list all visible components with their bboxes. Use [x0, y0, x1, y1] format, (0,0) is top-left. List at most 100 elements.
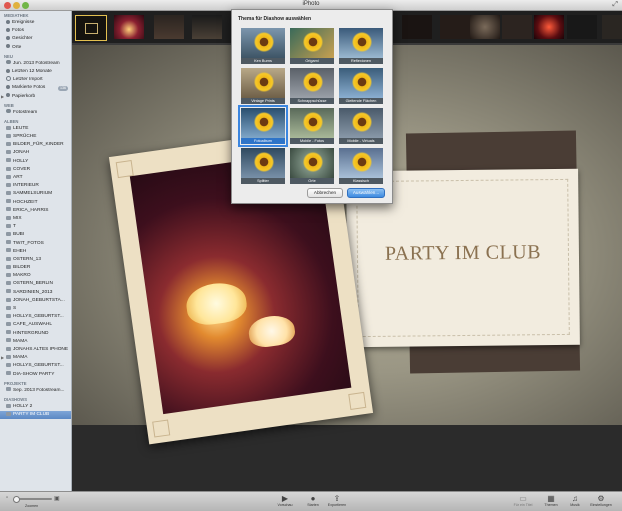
sidebar-item[interactable]: BILDER: [0, 264, 71, 272]
sidebar-item[interactable]: HOLLYS_GEBURTST...: [0, 362, 71, 370]
slide-thumb[interactable]: [192, 15, 222, 39]
sidebar-item[interactable]: S: [0, 305, 71, 313]
sidebar-item[interactable]: LEUTE: [0, 125, 71, 133]
sidebar-item[interactable]: T: [0, 223, 71, 231]
sidebar-item[interactable]: OSTERN_13: [0, 256, 71, 264]
sidebar-item[interactable]: MAMA: [0, 338, 71, 346]
sidebar-item[interactable]: Jun. 2013 Fotostream: [0, 60, 71, 68]
sidebar-item[interactable]: DIA-SHOW PARTY: [0, 371, 71, 379]
dialog-title: Thema für Diashow auswählen: [238, 16, 312, 22]
toolbar-button-label: Themen: [544, 503, 558, 507]
slide-thumb[interactable]: [502, 15, 532, 39]
fullscreen-icon[interactable]: ⤢: [612, 1, 618, 9]
sidebar-item[interactable]: EHEH: [0, 248, 71, 256]
sidebar-item-label: HOLLYS_GEBURTST...: [13, 314, 64, 320]
sidebar-item[interactable]: BUBI: [0, 231, 71, 239]
sidebar-section-title: WEB: [4, 102, 14, 108]
sidebar-item[interactable]: ▶ Papierkorb: [0, 93, 71, 101]
sidebar-item[interactable]: ART: [0, 174, 71, 182]
slide-thumb[interactable]: [154, 15, 184, 39]
theme-option[interactable]: Vintage Prints: [240, 67, 286, 105]
disclosure-triangle-icon[interactable]: ▶: [1, 93, 4, 101]
album-icon: [6, 125, 11, 130]
gear-button[interactable]: ⚙ Einstellungen: [588, 494, 614, 507]
sidebar-section-title: DIASHOWS: [4, 396, 28, 402]
cancel-button[interactable]: Abbrechen: [307, 188, 343, 198]
sidebar-item[interactable]: TWIT_FOTOS: [0, 240, 71, 248]
sidebar-item-label: HOCHZEIT: [13, 199, 38, 205]
zoom-in-icon[interactable]: ▣: [54, 495, 60, 502]
theme-option[interactable]: Schnappschüsse: [289, 67, 335, 105]
sidebar-item[interactable]: OSTERN_BERLIN: [0, 280, 71, 288]
sidebar-item[interactable]: Markierte Fotos 136: [0, 84, 71, 92]
sidebar-item[interactable]: HOLLY: [0, 158, 71, 166]
toolbar-button-label: Exportieren: [327, 503, 347, 507]
sidebar-item[interactable]: Sep. 2013 Fotostream...: [0, 387, 71, 395]
sidebar-item[interactable]: Letzten 12 Monate: [0, 68, 71, 76]
slide-thumb-title[interactable]: [75, 15, 107, 41]
sidebar-item[interactable]: MIX: [0, 215, 71, 223]
sidebar-item-label: MAMA: [13, 355, 28, 361]
themes-button[interactable]: ▦ Themen: [538, 494, 564, 507]
sidebar-item[interactable]: ERICA_HARRIS: [0, 207, 71, 215]
zoom-slider-knob[interactable]: [13, 496, 20, 503]
sidebar-item[interactable]: BILDER_FÜR_KINDER: [0, 141, 71, 149]
sidebar-item[interactable]: HOCHZEIT: [0, 199, 71, 207]
sidebar-item[interactable]: PARTY IM CLUB: [0, 411, 71, 420]
sidebar-item[interactable]: HOLLYS_GEBURTST...: [0, 313, 71, 321]
sidebar-item[interactable]: ▶ MAMA: [0, 354, 71, 362]
sidebar-item[interactable]: COVER: [0, 166, 71, 174]
sidebar-item-label: COVER: [13, 166, 31, 172]
sidebar-item[interactable]: SARDINIEN_2013: [0, 289, 71, 297]
sidebar-item[interactable]: HINTERGRUND: [0, 330, 71, 338]
sidebar-item[interactable]: Orte: [0, 44, 71, 52]
theme-option[interactable]: Klassisch: [338, 147, 384, 185]
theme-option[interactable]: Orte: [289, 147, 335, 185]
sidebar-item[interactable]: Fotos: [0, 27, 71, 35]
sidebar-item[interactable]: CAFE_AUSWAHL: [0, 321, 71, 329]
preview-button[interactable]: ▶ Vorschau: [272, 494, 298, 507]
theme-option[interactable]: Mobile - Virtuals: [338, 107, 384, 145]
play-button[interactable]: ● Starten: [300, 494, 326, 507]
theme-option[interactable]: Fotoalbum: [238, 105, 288, 147]
sidebar-item[interactable]: INTERIEUR: [0, 182, 71, 190]
zoom-out-icon[interactable]: ▫: [6, 495, 8, 501]
sidebar-item[interactable]: MAKRO: [0, 272, 71, 280]
sunflower-image: [303, 72, 323, 92]
sidebar-item[interactable]: JONAH_GEBURTSTA...: [0, 297, 71, 305]
events-icon: [6, 19, 10, 24]
toolbar-button-label: Musik: [570, 503, 580, 507]
album-icon: [6, 182, 11, 187]
theme-option[interactable]: Splitter: [240, 147, 286, 185]
disclosure-triangle-icon[interactable]: ▶: [1, 354, 4, 362]
theme-option[interactable]: Reflexionen: [338, 27, 384, 65]
theme-option[interactable]: Ken Burns: [240, 27, 286, 65]
title-button[interactable]: ▭ Für ein Titel: [510, 494, 536, 507]
slide-thumb[interactable]: [602, 15, 622, 39]
slide-thumb[interactable]: [402, 15, 432, 39]
export-button[interactable]: ⇪ Exportieren: [324, 494, 350, 507]
sidebar-item[interactable]: Letzter Import: [0, 76, 71, 84]
sidebar-item[interactable]: HOLLY 2: [0, 403, 71, 411]
sidebar-item[interactable]: SAMMELSURIUM: [0, 190, 71, 198]
slide-thumb[interactable]: [470, 15, 500, 39]
music-button[interactable]: ♫ Musik: [562, 494, 588, 507]
sidebar-item-label: Fotostream: [13, 109, 38, 115]
slide-thumb[interactable]: [114, 15, 144, 39]
sidebar-item[interactable]: Ereignisse: [0, 19, 71, 27]
theme-option[interactable]: Gleitende Flächen: [338, 67, 384, 105]
sidebar-item[interactable]: JONAHS ALTES IPHONE: [0, 346, 71, 354]
slide-title-text: PARTY IM CLUB: [384, 241, 542, 265]
theme-option[interactable]: Origami: [289, 27, 335, 65]
choose-theme-button[interactable]: Auswählen...: [347, 188, 385, 198]
sidebar-item[interactable]: Fotostream: [0, 109, 71, 117]
album-icon: [6, 240, 11, 245]
sidebar-item[interactable]: JONAH: [0, 149, 71, 157]
theme-option[interactable]: Mobile - Fotos: [289, 107, 335, 145]
sidebar-item[interactable]: Gesichter: [0, 35, 71, 43]
slide-thumb[interactable]: [440, 15, 470, 39]
sidebar-item[interactable]: SPRÜCHE: [0, 133, 71, 141]
slide-thumb[interactable]: [567, 15, 597, 39]
zoom-slider[interactable]: [13, 496, 52, 503]
slide-thumb[interactable]: [534, 15, 564, 39]
